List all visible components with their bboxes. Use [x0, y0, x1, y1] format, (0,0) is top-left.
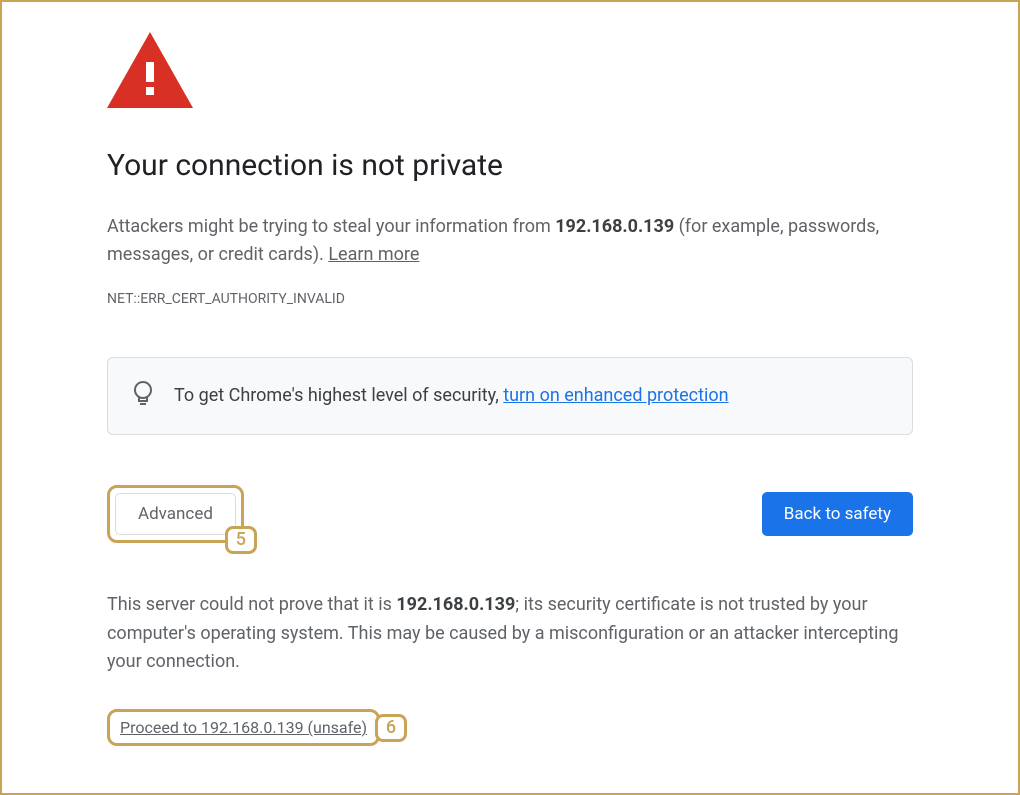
security-tip-box: To get Chrome's highest level of securit… — [107, 357, 913, 435]
advanced-annotation-frame: Advanced 5 — [107, 485, 244, 543]
detail-ip: 192.168.0.139 — [396, 594, 515, 615]
page-title: Your connection is not private — [107, 148, 913, 183]
detail-prefix: This server could not prove that it is — [107, 594, 396, 615]
desc-ip: 192.168.0.139 — [555, 216, 674, 237]
proceed-unsafe-link[interactable]: Proceed to 192.168.0.139 (unsafe) — [120, 718, 367, 737]
lightbulb-icon — [132, 380, 154, 412]
back-to-safety-button[interactable]: Back to safety — [762, 492, 913, 536]
error-code: NET::ERR_CERT_AUTHORITY_INVALID — [107, 291, 913, 307]
certificate-detail: This server could not prove that it is 1… — [107, 591, 913, 677]
enhanced-protection-link[interactable]: turn on enhanced protection — [503, 385, 728, 406]
tip-text: To get Chrome's highest level of securit… — [174, 385, 729, 406]
proceed-annotation-frame: Proceed to 192.168.0.139 (unsafe) 6 — [107, 709, 380, 746]
interstitial-page: Your connection is not private Attackers… — [0, 0, 1020, 795]
warning-triangle-icon — [107, 32, 913, 108]
warning-description: Attackers might be trying to steal your … — [107, 213, 913, 269]
learn-more-link[interactable]: Learn more — [328, 244, 419, 265]
button-row: Advanced 5 Back to safety — [107, 485, 913, 543]
desc-prefix: Attackers might be trying to steal your … — [107, 216, 555, 237]
advanced-button[interactable]: Advanced — [115, 493, 236, 535]
annotation-5: 5 — [225, 526, 257, 554]
tip-prefix: To get Chrome's highest level of securit… — [174, 385, 503, 406]
annotation-6: 6 — [375, 714, 407, 742]
